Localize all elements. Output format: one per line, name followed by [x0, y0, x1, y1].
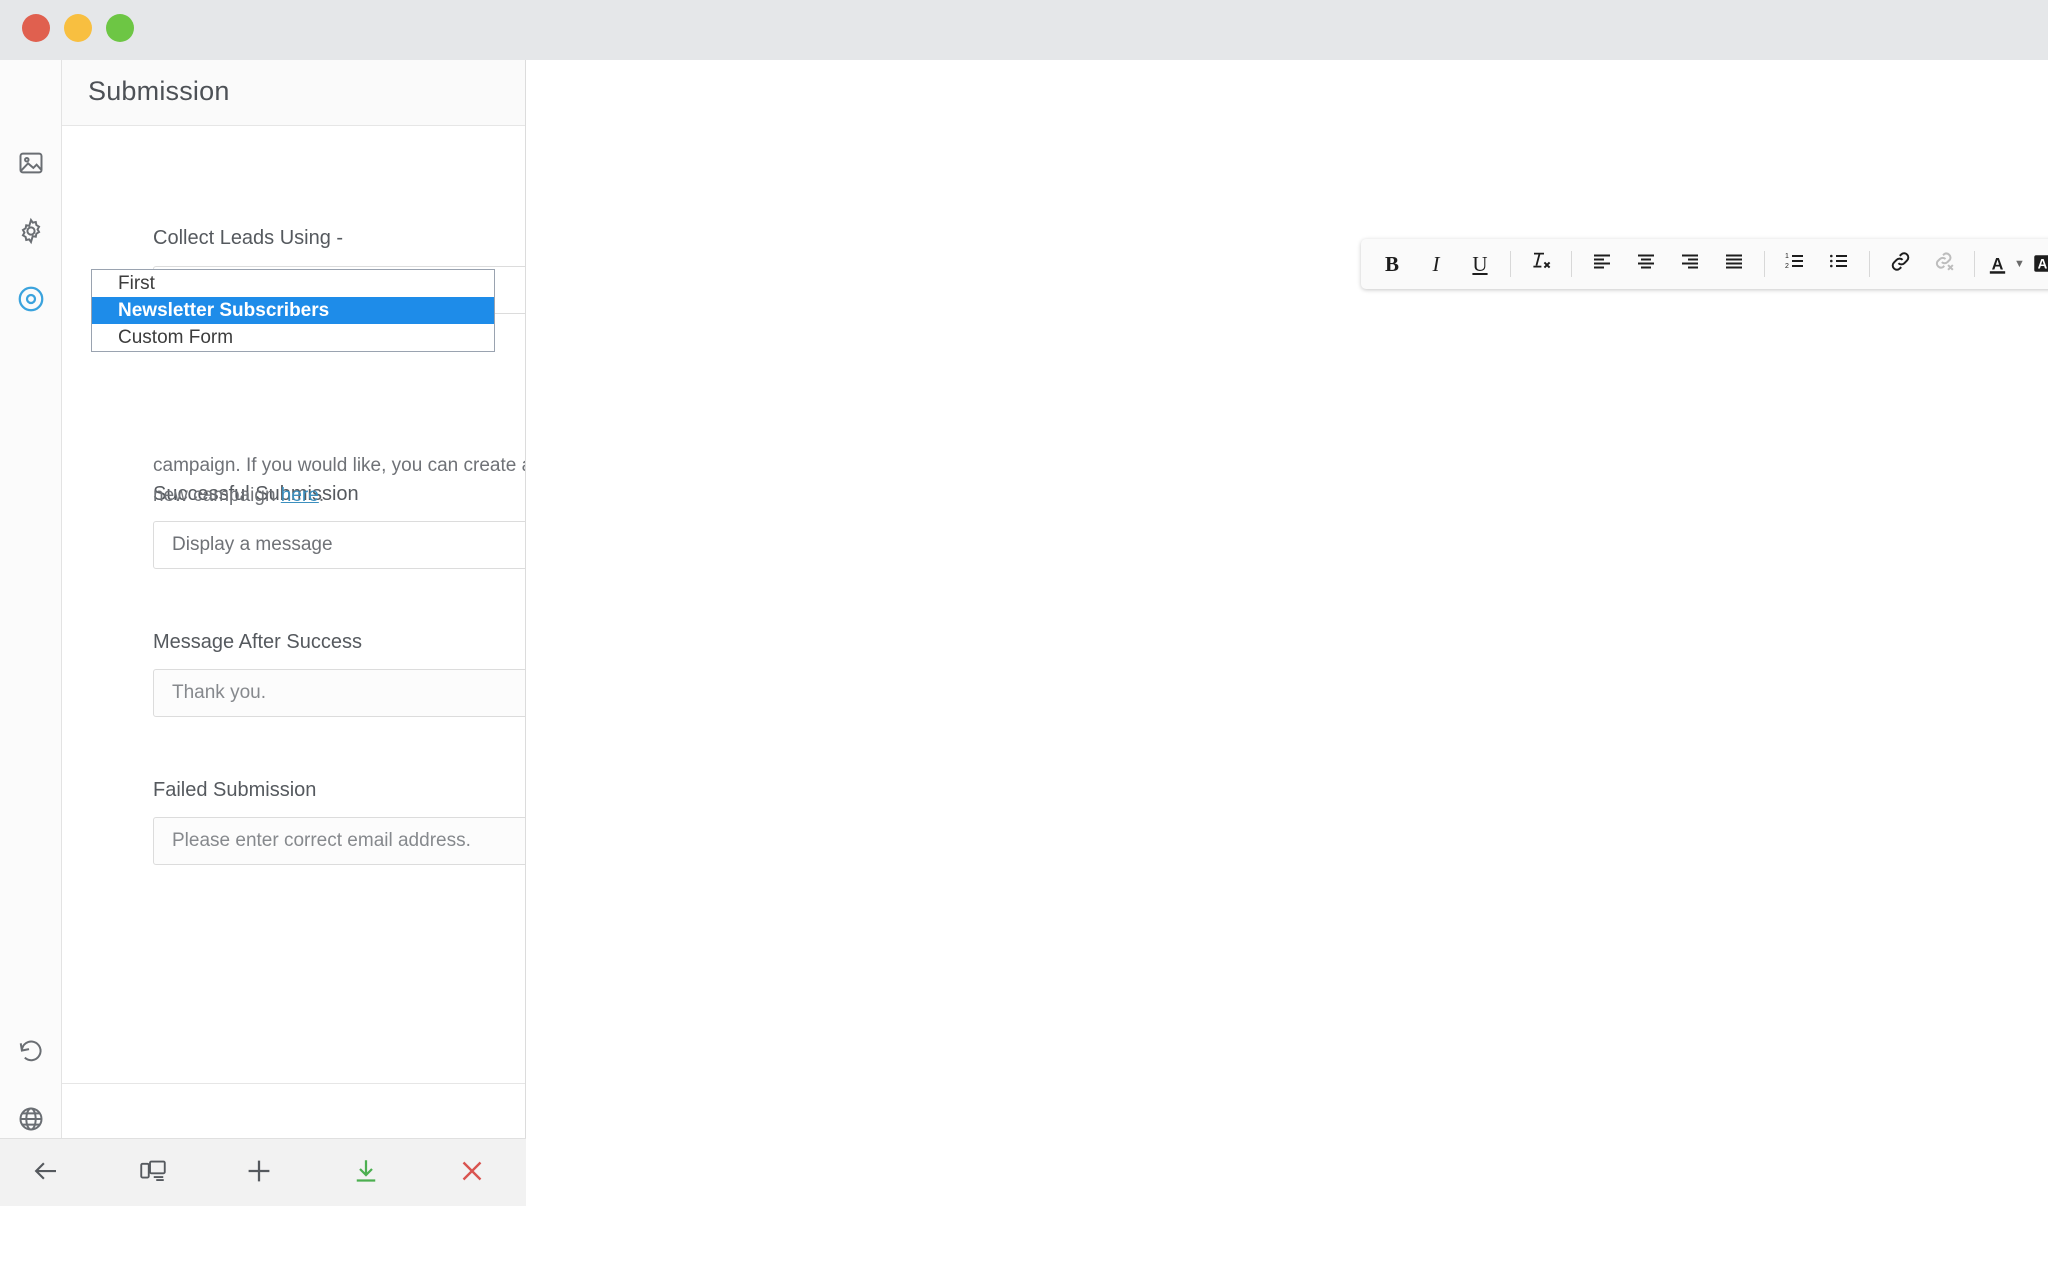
- panel-divider: [62, 1083, 525, 1084]
- underline-button[interactable]: U: [1458, 244, 1502, 284]
- failed-submission-input[interactable]: Please enter correct email address.: [153, 817, 525, 865]
- globe-icon: [17, 1105, 45, 1133]
- successful-submission-value: Display a message: [172, 534, 333, 555]
- editor-canvas[interactable]: B I U 1 2 A ▼ A: [526, 60, 2048, 1206]
- align-right-icon: [1678, 249, 1702, 279]
- page-title: Submission: [88, 76, 230, 106]
- dropdown-option-newsletter-subscribers[interactable]: Newsletter Subscribers: [92, 297, 494, 324]
- unlink-icon: [1932, 249, 1957, 280]
- collect-leads-label: Collect Leads Using -: [153, 227, 344, 249]
- settings-panel: Submission Collect Leads Using - First ▼…: [62, 60, 526, 1206]
- unordered-list-icon: [1827, 249, 1851, 279]
- panel-header: Submission: [62, 60, 525, 126]
- ordered-list-icon: 1 2: [1783, 249, 1807, 279]
- align-left-icon: [1590, 249, 1614, 279]
- close-button[interactable]: [446, 1147, 498, 1199]
- helper-text-line2-prefix: new campaign: [153, 485, 281, 506]
- align-justify-button[interactable]: [1712, 244, 1756, 284]
- align-justify-icon: [1722, 249, 1746, 279]
- history-icon: [17, 1037, 45, 1065]
- unlink-button[interactable]: [1922, 244, 1966, 284]
- sidebar-item-history[interactable]: [0, 1020, 61, 1082]
- field-collect-leads: Collect Leads Using -: [153, 227, 343, 250]
- highlight-color-button[interactable]: A ▼: [2028, 244, 2048, 284]
- toolbar-divider: [1571, 251, 1572, 277]
- rich-text-toolbar: B I U 1 2 A ▼ A: [1361, 239, 2048, 289]
- window-titlebar: [0, 0, 2048, 60]
- highlight-color-icon: A ▼: [2031, 252, 2048, 277]
- successful-submission-select[interactable]: Display a message ▼: [153, 521, 525, 569]
- bold-button[interactable]: B: [1370, 244, 1414, 284]
- align-right-button[interactable]: [1668, 244, 1712, 284]
- text-color-icon: A ▼: [1989, 254, 2025, 274]
- ordered-list-button[interactable]: 1 2: [1773, 244, 1817, 284]
- field-failed-submission: Failed Submission ?: [153, 779, 525, 802]
- svg-text:A: A: [1992, 255, 2004, 273]
- create-campaign-link[interactable]: here: [281, 485, 319, 506]
- field-message-after-success: Message After Success ?: [153, 631, 525, 654]
- download-icon: [351, 1156, 381, 1191]
- toolbar-divider: [1974, 251, 1975, 277]
- footer-action-bar: [0, 1138, 526, 1206]
- align-center-button[interactable]: [1624, 244, 1668, 284]
- helper-text: campaign. If you would like, you can cre…: [153, 451, 525, 511]
- back-button[interactable]: [20, 1147, 72, 1199]
- dropdown-option-custom-form[interactable]: Custom Form: [92, 324, 494, 351]
- window-zoom-button[interactable]: [106, 14, 134, 42]
- link-button[interactable]: [1878, 244, 1922, 284]
- download-button[interactable]: [340, 1147, 392, 1199]
- window-close-button[interactable]: [22, 14, 50, 42]
- remove-format-button[interactable]: [1519, 244, 1563, 284]
- align-center-icon: [1634, 249, 1658, 279]
- message-after-success-value: Thank you.: [172, 682, 266, 703]
- arrow-left-icon: [31, 1156, 61, 1191]
- app-window: Submission Collect Leads Using - First ▼…: [0, 0, 2048, 1206]
- link-icon: [1888, 249, 1913, 280]
- failed-submission-label: Failed Submission: [153, 779, 317, 801]
- helper-text-line2-suffix: .: [318, 485, 325, 506]
- remove-format-icon: [1529, 249, 1553, 279]
- svg-text:1: 1: [1785, 253, 1789, 260]
- toolbar-divider: [1510, 251, 1511, 277]
- collect-leads-dropdown-list[interactable]: First Newsletter Subscribers Custom Form: [91, 269, 495, 352]
- message-after-success-label: Message After Success: [153, 631, 362, 653]
- icon-rail: [0, 60, 62, 1206]
- align-left-button[interactable]: [1580, 244, 1624, 284]
- unordered-list-button[interactable]: [1817, 244, 1861, 284]
- toolbar-divider: [1764, 251, 1765, 277]
- plus-icon: [243, 1155, 275, 1192]
- add-button[interactable]: [233, 1147, 285, 1199]
- failed-submission-value: Please enter correct email address.: [172, 830, 471, 851]
- message-after-success-input[interactable]: Thank you.: [153, 669, 525, 717]
- gear-icon: [17, 217, 45, 245]
- sidebar-item-target[interactable]: [0, 268, 61, 330]
- responsive-preview-button[interactable]: [127, 1147, 179, 1199]
- image-icon: [17, 149, 45, 177]
- svg-text:A: A: [2038, 256, 2048, 271]
- devices-icon: [138, 1156, 168, 1191]
- italic-button[interactable]: I: [1414, 244, 1458, 284]
- window-minimize-button[interactable]: [64, 14, 92, 42]
- dropdown-option-first[interactable]: First: [92, 270, 494, 297]
- helper-text-line1: campaign. If you would like, you can cre…: [153, 455, 525, 476]
- svg-text:2: 2: [1785, 263, 1789, 270]
- sidebar-item-images[interactable]: [0, 132, 61, 194]
- x-icon: [457, 1156, 487, 1191]
- toolbar-divider: [1869, 251, 1870, 277]
- sidebar-item-settings[interactable]: [0, 200, 61, 262]
- target-icon: [16, 284, 46, 314]
- text-color-button[interactable]: A ▼: [1983, 244, 2028, 284]
- traffic-lights: [22, 14, 134, 42]
